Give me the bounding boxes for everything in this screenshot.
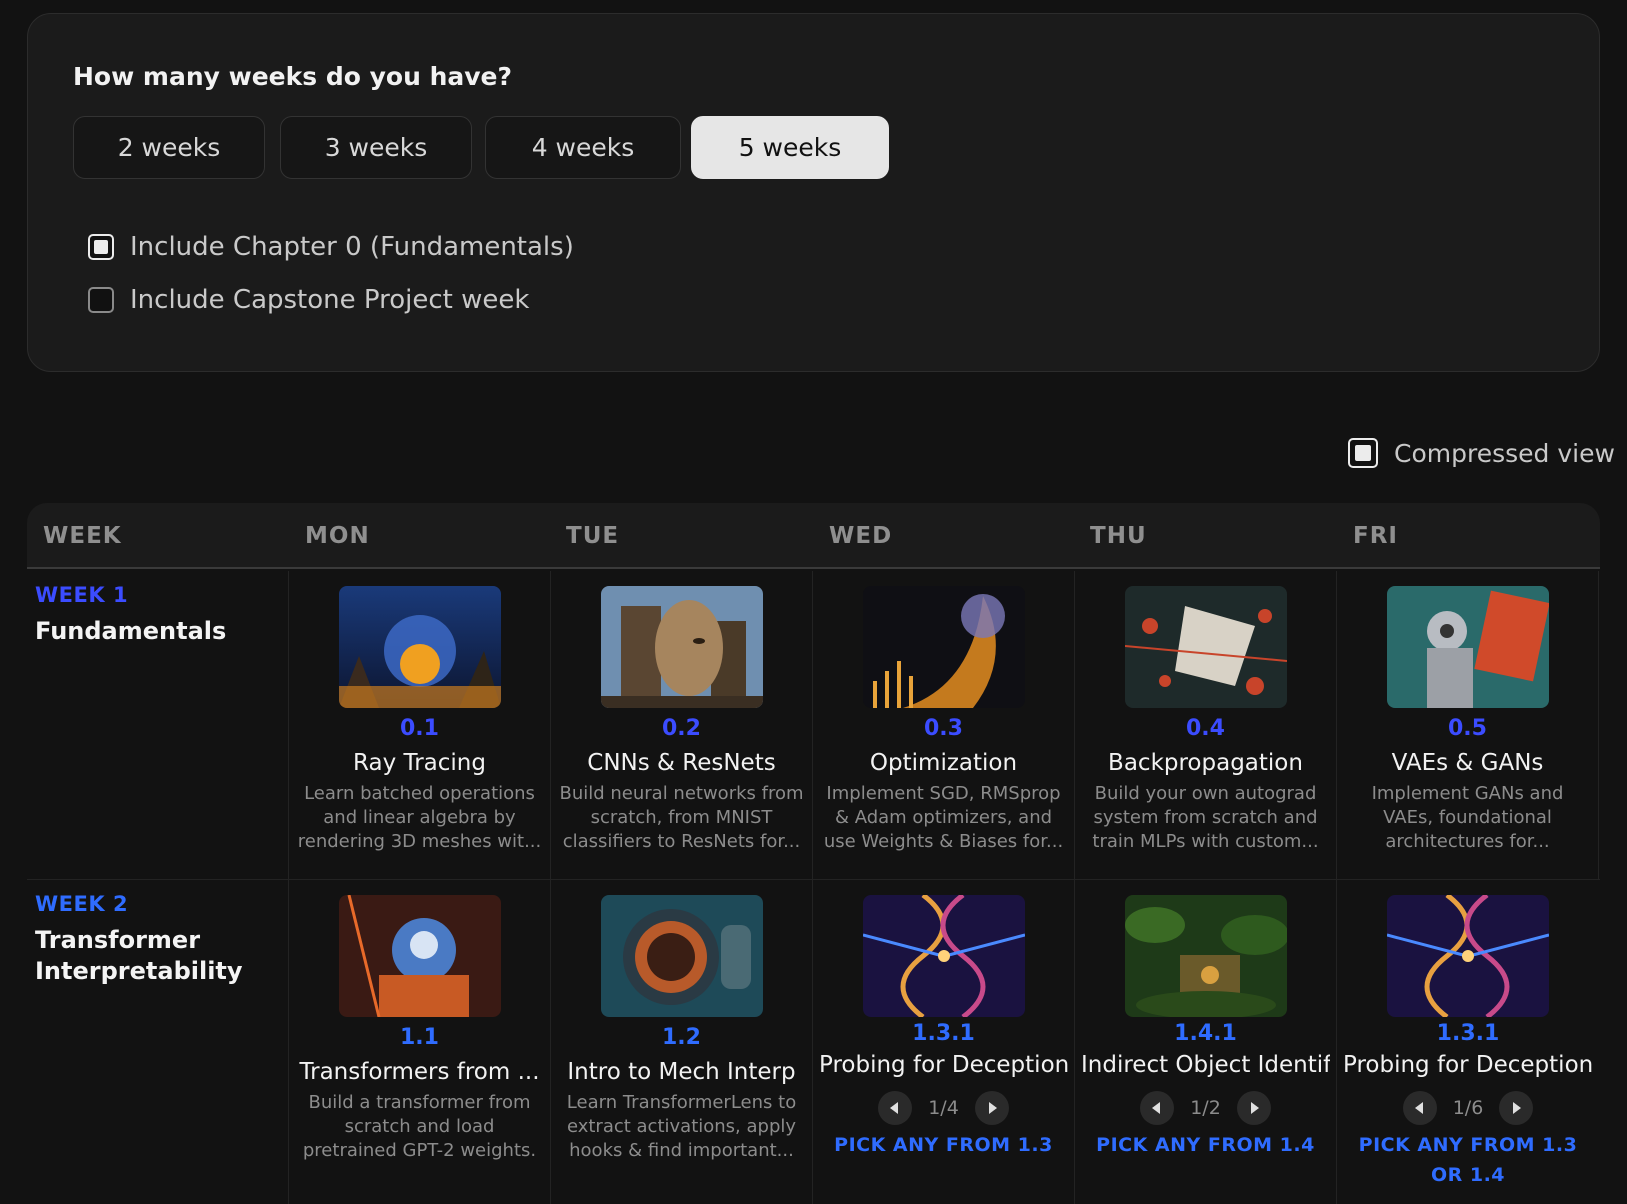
day-card-backpropagation[interactable]: 0.4 Backpropagation Build your own autog…	[1075, 571, 1337, 879]
compressed-view-toggle[interactable]: Compressed view	[1348, 438, 1615, 468]
lesson-description: Implement GANs and VAEs, foundational ar…	[1371, 783, 1564, 852]
week-name: Transformer Interpretability	[35, 926, 243, 985]
lesson-title: Intro to Mech Interp	[567, 1059, 796, 1085]
lesson-description: Learn batched operations and linear alge…	[297, 783, 542, 852]
pick-any-hint: PICK ANY FROM 1.3 OR 1.4	[1358, 1134, 1578, 1186]
triangle-left-icon	[1152, 1102, 1161, 1114]
lesson-code: 0.3	[924, 716, 963, 741]
table-header: WEEK MON TUE WED THU FRI	[27, 503, 1600, 569]
lesson-title: CNNs & ResNets	[587, 750, 776, 776]
variant-counter: 1/6	[1452, 1097, 1484, 1119]
lesson-description: Implement SGD, RMSprop & Adam optimizers…	[823, 783, 1064, 852]
lesson-title: Probing for Deception	[819, 1052, 1068, 1078]
mech-interp-thumbnail	[600, 895, 763, 1017]
variant-pager: 1/4	[813, 1091, 1074, 1125]
week-cell: WEEK 1 Fundamentals	[27, 571, 289, 879]
include-chapter0-checkbox[interactable]	[88, 234, 114, 260]
triangle-right-icon	[1250, 1102, 1259, 1114]
week-number: WEEK 2	[35, 892, 129, 916]
triangle-left-icon	[1414, 1102, 1423, 1114]
header-thu: THU	[1090, 523, 1147, 549]
option-5-weeks-button[interactable]: 5 weeks	[691, 116, 889, 179]
lesson-code: 1.4.1	[1174, 1021, 1237, 1046]
lesson-title: Probing for Deception	[1343, 1052, 1593, 1078]
lesson-description: Build neural networks from scratch, from…	[559, 783, 804, 852]
prev-variant-button[interactable]	[1402, 1091, 1437, 1125]
header-week: WEEK	[43, 523, 122, 549]
lesson-title: VAEs & GANs	[1391, 750, 1544, 776]
lesson-code: 0.5	[1448, 716, 1487, 741]
schedule-table: WEEK MON TUE WED THU FRI WEEK 1 Fundamen…	[27, 503, 1600, 1204]
day-card-probing-deception-wed[interactable]: 1.3.1 Probing for Deception 1/4 PICK ANY…	[813, 880, 1075, 1204]
pick-any-hint: PICK ANY FROM 1.4	[1096, 1134, 1315, 1156]
transformers-thumbnail	[338, 895, 501, 1017]
lesson-code: 0.2	[662, 716, 701, 741]
pick-any-hint: PICK ANY FROM 1.3	[834, 1134, 1053, 1156]
prev-variant-button[interactable]	[878, 1091, 913, 1125]
variant-pager: 1/6	[1337, 1091, 1599, 1125]
header-fri: FRI	[1353, 523, 1398, 549]
compressed-view-checkbox[interactable]	[1348, 438, 1378, 468]
option-2-weeks-button[interactable]: 2 weeks	[73, 116, 265, 179]
optimization-thumbnail	[862, 586, 1025, 708]
triangle-left-icon	[890, 1102, 899, 1114]
option-3-weeks-button[interactable]: 3 weeks	[280, 116, 472, 179]
week-planner-panel: How many weeks do you have? 2 weeks 3 we…	[27, 13, 1600, 372]
lesson-code: 0.4	[1186, 716, 1225, 741]
backpropagation-thumbnail	[1124, 586, 1287, 708]
triangle-right-icon	[1513, 1102, 1522, 1114]
ray-tracing-thumbnail	[338, 586, 501, 708]
lesson-code: 1.1	[400, 1025, 439, 1050]
lesson-description: Build your own autograd system from scra…	[1092, 783, 1319, 852]
week-name: Fundamentals	[35, 617, 227, 645]
jungle-thumbnail	[1124, 895, 1287, 1017]
include-capstone-checkbox[interactable]	[88, 287, 114, 313]
day-card-transformers-from-scratch[interactable]: 1.1 Transformers from ... Build a transf…	[289, 880, 551, 1204]
compressed-view-label: Compressed view	[1394, 438, 1615, 468]
day-card-indirect-object[interactable]: 1.4.1 Indirect Object Identifi... 1/2 PI…	[1075, 880, 1337, 1204]
day-card-intro-mech-interp[interactable]: 1.2 Intro to Mech Interp Learn Transform…	[551, 880, 813, 1204]
prev-variant-button[interactable]	[1140, 1091, 1175, 1125]
day-card-cnns-resnets[interactable]: 0.2 CNNs & ResNets Build neural networks…	[551, 571, 813, 879]
dna-thumbnail	[1387, 895, 1549, 1017]
header-mon: MON	[305, 523, 370, 549]
header-wed: WED	[829, 523, 893, 549]
week-number: WEEK 1	[35, 583, 129, 607]
lesson-description: Learn TransformerLens to extract activat…	[566, 1092, 797, 1161]
week-cell: WEEK 2 Transformer Interpretability	[27, 880, 289, 1204]
variant-counter: 1/2	[1190, 1097, 1221, 1119]
next-variant-button[interactable]	[974, 1091, 1009, 1125]
next-variant-button[interactable]	[1236, 1091, 1271, 1125]
cnns-resnets-thumbnail	[600, 586, 763, 708]
option-4-weeks-button[interactable]: 4 weeks	[485, 116, 681, 179]
day-card-vaes-gans[interactable]: 0.5 VAEs & GANs Implement GANs and VAEs,…	[1337, 571, 1599, 879]
lesson-title: Backpropagation	[1108, 750, 1303, 776]
include-capstone-option[interactable]: Include Capstone Project week	[88, 285, 529, 315]
next-variant-button[interactable]	[1499, 1091, 1534, 1125]
dna-thumbnail	[862, 895, 1025, 1017]
lesson-code: 1.3.1	[912, 1021, 975, 1046]
day-card-probing-deception-fri[interactable]: 1.3.1 Probing for Deception 1/6 PICK ANY…	[1337, 880, 1599, 1204]
variant-pager: 1/2	[1075, 1091, 1336, 1125]
lesson-code: 0.1	[400, 716, 439, 741]
include-chapter0-option[interactable]: Include Chapter 0 (Fundamentals)	[88, 232, 574, 262]
include-chapter0-label: Include Chapter 0 (Fundamentals)	[130, 232, 574, 262]
lesson-title: Optimization	[869, 750, 1018, 776]
table-row-week-1: WEEK 1 Fundamentals 0.1 Ray Tracing Lear…	[27, 571, 1600, 880]
vaes-gans-thumbnail	[1386, 586, 1549, 708]
lesson-code: 1.2	[662, 1025, 701, 1050]
triangle-right-icon	[988, 1102, 997, 1114]
variant-counter: 1/4	[928, 1097, 959, 1119]
lesson-description: Build a transformer from scratch and loa…	[302, 1092, 537, 1161]
day-card-ray-tracing[interactable]: 0.1 Ray Tracing Learn batched operations…	[289, 571, 551, 879]
include-capstone-label: Include Capstone Project week	[130, 285, 530, 315]
table-row-week-2: WEEK 2 Transformer Interpretability 1.1 …	[27, 880, 1600, 1204]
lesson-title: Ray Tracing	[353, 750, 486, 776]
lesson-code: 1.3.1	[1436, 1021, 1500, 1046]
lesson-title: Indirect Object Identifi...	[1081, 1052, 1330, 1078]
weeks-question: How many weeks do you have?	[73, 62, 513, 91]
header-tue: TUE	[566, 523, 620, 549]
lesson-title: Transformers from ...	[299, 1059, 540, 1085]
day-card-optimization[interactable]: 0.3 Optimization Implement SGD, RMSprop …	[813, 571, 1075, 879]
